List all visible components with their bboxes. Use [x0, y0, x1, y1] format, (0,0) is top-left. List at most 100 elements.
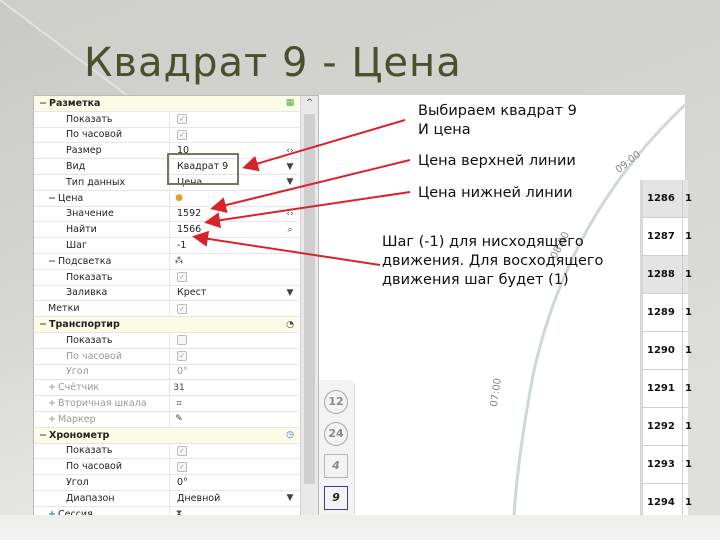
property-value-cell[interactable]: ✓ [170, 112, 281, 127]
property-value-cell[interactable] [170, 333, 281, 348]
search-icon[interactable]: ⌕ [281, 225, 299, 235]
collapse-icon[interactable]: − [39, 98, 49, 109]
property-row[interactable]: Значение 1592 ‹› [34, 206, 299, 223]
property-value[interactable]: 0° [177, 366, 188, 377]
collapse-icon[interactable]: − [39, 430, 49, 441]
property-value[interactable]: Дневной [177, 493, 220, 504]
property-row[interactable]: Угол 0° [34, 364, 299, 381]
property-row[interactable]: Метки ✓ [34, 301, 299, 318]
property-value-cell[interactable]: 1566 [170, 222, 281, 237]
property-value-cell[interactable]: ✓ [170, 270, 281, 285]
property-label-cell: − Цена [34, 190, 170, 206]
counter-icon[interactable]: 31 [170, 383, 188, 393]
checkbox[interactable]: ✓ [177, 303, 187, 314]
spin-arrows-icon[interactable]: ‹› [281, 146, 299, 156]
grid-cell: 1288 1 [643, 256, 692, 294]
property-value-cell[interactable]: 1592 [170, 207, 281, 222]
property-row[interactable]: Найти 1566 ⌕ [34, 222, 299, 239]
property-value[interactable]: 0° [177, 477, 188, 488]
scroll-thumb[interactable] [304, 114, 315, 484]
expand-icon[interactable]: + [48, 414, 58, 425]
property-row[interactable]: Показать [34, 332, 299, 349]
bottom-bar [0, 515, 720, 540]
scrollbar[interactable]: ^ [300, 96, 318, 516]
subcategory-row[interactable]: − Подсветка ⁂ [34, 253, 299, 270]
layout-toolbar: 12 24 4 9 [318, 380, 355, 520]
property-label: Разметка [49, 97, 101, 109]
property-label: Угол [66, 477, 89, 489]
subcategory-row[interactable]: + Вторичная шкала ⌗ [34, 396, 299, 412]
property-value-cell[interactable]: Дневной [170, 491, 281, 506]
checkbox[interactable]: ✓ [177, 445, 187, 456]
property-row[interactable]: Показать ✓ [34, 111, 299, 128]
property-row[interactable]: Диапазон Дневной ▼ [34, 490, 299, 507]
expand-icon[interactable]: + [48, 398, 58, 409]
property-label: Метки [48, 303, 80, 315]
checkbox[interactable]: ✓ [177, 129, 187, 140]
checkbox[interactable]: ✓ [177, 351, 187, 362]
property-value[interactable]: 1592 [177, 208, 201, 219]
property-value-cell[interactable]: ✓ [170, 349, 281, 364]
property-label-cell: − Транспортир [34, 317, 281, 332]
marker-icon[interactable]: ✎ [170, 414, 188, 424]
subcategory-row[interactable]: − Цена ● [34, 190, 299, 207]
property-label-cell: По часовой [34, 127, 170, 143]
checkbox[interactable]: ✓ [177, 114, 187, 125]
clock-12-button[interactable]: 12 [324, 390, 348, 414]
property-row[interactable]: По часовой ✓ [34, 348, 299, 365]
next-cell-partial: 1 [682, 332, 692, 369]
expand-icon[interactable]: + [48, 382, 58, 393]
palette-icon[interactable]: ▦ [281, 98, 299, 108]
property-row[interactable]: По часовой ✓ [34, 127, 299, 144]
property-row[interactable]: Шаг -1 [34, 238, 299, 254]
property-value-cell[interactable]: Крест [170, 286, 281, 301]
annotation-text: Шаг (-1) для нисходящего [382, 234, 584, 250]
property-value[interactable]: -1 [177, 240, 186, 251]
property-value-cell[interactable]: 0° [170, 475, 281, 490]
property-label-cell: Шаг [34, 238, 170, 253]
cell-number: 1289 [647, 307, 675, 318]
property-row[interactable]: Угол 0° [34, 475, 299, 491]
property-row[interactable]: По часовой ✓ [34, 459, 299, 476]
collapse-icon[interactable]: − [48, 256, 58, 267]
property-value-cell[interactable]: ✓ [170, 459, 281, 474]
dropdown-icon[interactable]: ▼ [281, 288, 299, 298]
protractor-icon[interactable]: ◔ [281, 320, 299, 330]
number-grid: 1286 1 1287 1 1288 1 1289 1 1290 1 1291 1 1292 1 1293 1… [640, 180, 692, 522]
square-9-button[interactable]: 9 [324, 486, 348, 510]
property-label: Счётчик [58, 382, 100, 394]
property-value-cell[interactable]: 0° [170, 365, 281, 380]
pattern-icon[interactable]: ⁂ [170, 256, 188, 266]
category-row[interactable]: − Транспортир ◔ [34, 317, 299, 333]
cell-number: 1294 [647, 497, 675, 508]
dropdown-icon[interactable]: ▼ [281, 162, 299, 172]
collapse-icon[interactable]: − [48, 193, 58, 204]
dropdown-icon[interactable]: ▼ [281, 493, 299, 503]
checkbox[interactable] [177, 335, 187, 346]
subcategory-row[interactable]: + Маркер ✎ [34, 411, 299, 428]
scale-icon[interactable]: ⌗ [170, 399, 188, 409]
property-value[interactable]: Крест [177, 287, 206, 298]
clock-icon[interactable]: ◷ [281, 430, 299, 440]
property-value-cell[interactable]: ✓ [170, 301, 281, 316]
square-4-button[interactable]: 4 [324, 454, 348, 478]
collapse-icon[interactable]: − [39, 319, 49, 330]
property-row[interactable]: Заливка Крест ▼ [34, 285, 299, 302]
property-value-cell[interactable]: -1 [170, 238, 281, 253]
property-value-cell[interactable]: ✓ [170, 128, 281, 143]
property-label: Показать [66, 271, 113, 283]
subcategory-row[interactable]: + Счётчик 31 [34, 380, 299, 397]
category-row[interactable]: − Разметка ▦ [34, 96, 299, 112]
property-value-cell[interactable]: ✓ [170, 444, 281, 459]
category-row[interactable]: − Хронометр ◷ [34, 427, 299, 444]
scroll-up-icon[interactable]: ^ [301, 96, 318, 111]
clock-24-button[interactable]: 24 [324, 422, 348, 446]
checkbox[interactable]: ✓ [177, 461, 187, 472]
property-row[interactable]: Показать ✓ [34, 443, 299, 460]
property-row[interactable]: Показать ✓ [34, 269, 299, 286]
coin-icon[interactable]: ● [170, 193, 188, 203]
dropdown-icon[interactable]: ▼ [281, 177, 299, 187]
checkbox[interactable]: ✓ [177, 272, 187, 283]
property-value[interactable]: 1566 [177, 224, 201, 235]
spin-arrows-icon[interactable]: ‹› [281, 209, 299, 219]
